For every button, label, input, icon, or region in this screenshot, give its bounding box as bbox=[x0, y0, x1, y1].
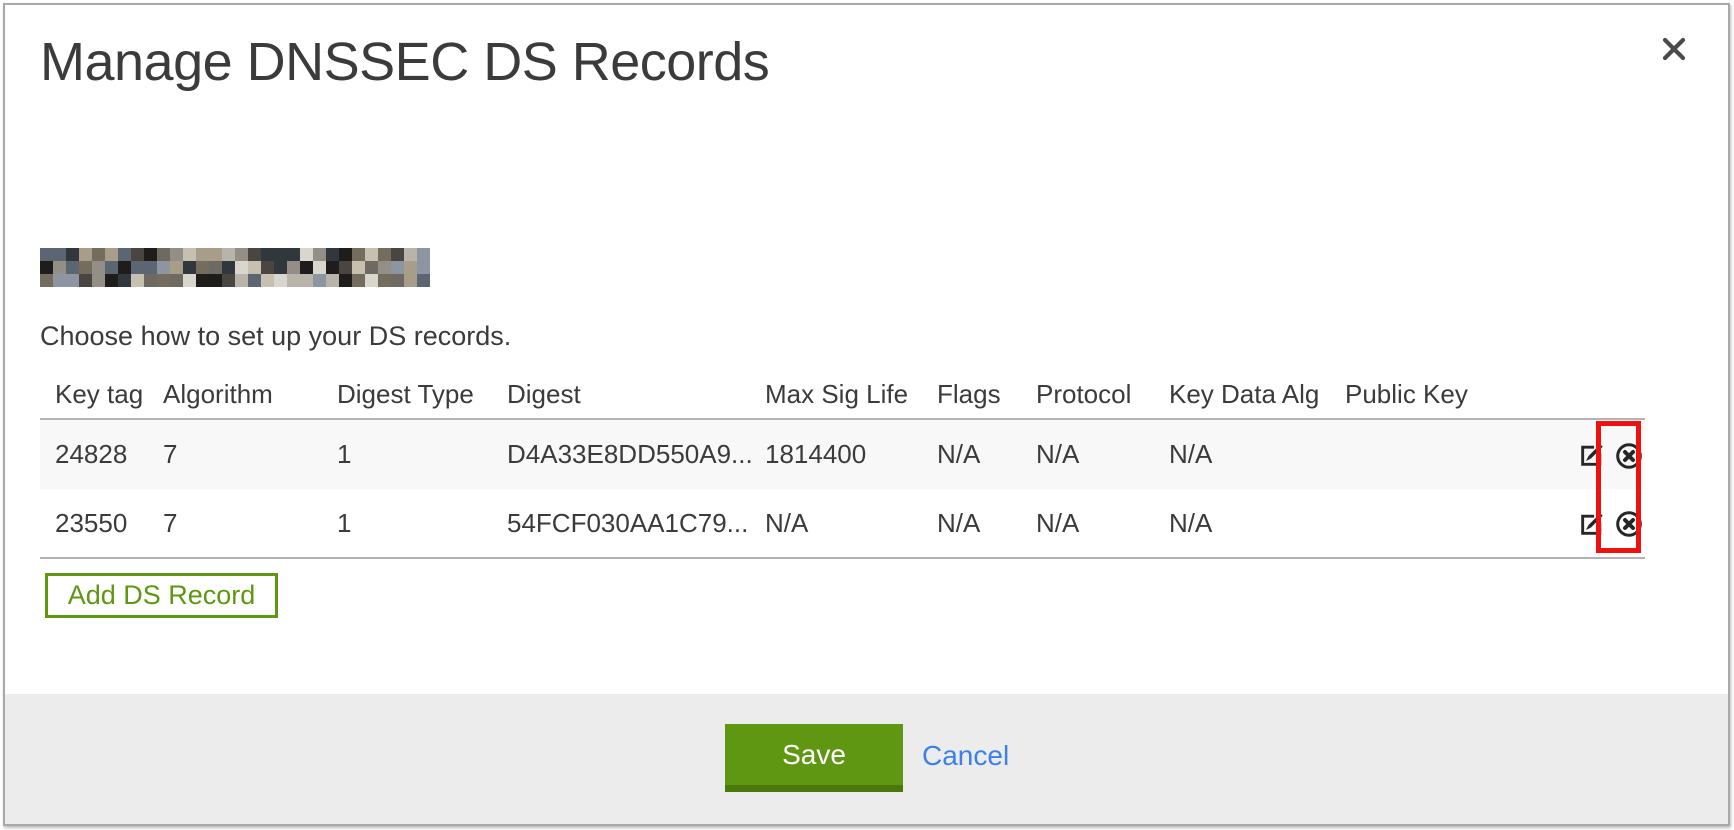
save-button[interactable]: Save bbox=[725, 724, 903, 792]
edit-record-button[interactable] bbox=[1578, 511, 1605, 538]
edit-pencil-icon bbox=[1578, 457, 1605, 472]
col-header-digest-type: Digest Type bbox=[337, 370, 507, 419]
cell-key-tag: 23550 bbox=[40, 489, 163, 558]
table-row: 23550 7 1 54FCF030AA1C79... N/A N/A N/A … bbox=[40, 489, 1645, 558]
edit-record-button[interactable] bbox=[1578, 442, 1605, 469]
cell-flags: N/A bbox=[937, 419, 1036, 489]
manage-dnssec-modal: Manage DNSSEC DS Records Choose how to s… bbox=[3, 3, 1730, 826]
close-button[interactable] bbox=[1656, 31, 1692, 67]
cell-flags: N/A bbox=[937, 489, 1036, 558]
col-header-protocol: Protocol bbox=[1036, 370, 1169, 419]
delete-record-button[interactable] bbox=[1614, 441, 1644, 471]
cell-key-data-alg: N/A bbox=[1169, 489, 1345, 558]
cell-actions bbox=[1560, 489, 1645, 558]
cell-public-key bbox=[1345, 419, 1560, 489]
col-header-actions bbox=[1560, 370, 1645, 419]
cell-digest-type: 1 bbox=[337, 489, 507, 558]
ds-records-table: Key tag Algorithm Digest Type Digest Max… bbox=[40, 370, 1645, 559]
table-header-row: Key tag Algorithm Digest Type Digest Max… bbox=[40, 370, 1645, 419]
ds-records-table-wrap: Key tag Algorithm Digest Type Digest Max… bbox=[40, 370, 1645, 559]
col-header-max-sig-life: Max Sig Life bbox=[765, 370, 937, 419]
cell-algorithm: 7 bbox=[163, 489, 337, 558]
cell-key-tag: 24828 bbox=[40, 419, 163, 489]
col-header-digest: Digest bbox=[507, 370, 765, 419]
close-icon bbox=[1660, 35, 1688, 63]
delete-record-button[interactable] bbox=[1614, 509, 1644, 539]
cell-protocol: N/A bbox=[1036, 419, 1169, 489]
add-ds-record-button[interactable]: Add DS Record bbox=[45, 573, 278, 618]
table-row: 24828 7 1 D4A33E8DD550A9... 1814400 N/A … bbox=[40, 419, 1645, 489]
cell-algorithm: 7 bbox=[163, 419, 337, 489]
screenshot-stage: Manage DNSSEC DS Records Choose how to s… bbox=[0, 0, 1734, 830]
x-circle-icon bbox=[1614, 459, 1644, 474]
col-header-key-data-alg: Key Data Alg bbox=[1169, 370, 1345, 419]
cell-key-data-alg: N/A bbox=[1169, 419, 1345, 489]
redacted-domain-name bbox=[40, 248, 430, 287]
cancel-link[interactable]: Cancel bbox=[922, 724, 1009, 788]
page-title: Manage DNSSEC DS Records bbox=[40, 31, 769, 93]
cell-digest: D4A33E8DD550A9... bbox=[507, 419, 765, 489]
cell-protocol: N/A bbox=[1036, 489, 1169, 558]
cell-max-sig-life: 1814400 bbox=[765, 419, 937, 489]
col-header-flags: Flags bbox=[937, 370, 1036, 419]
cell-public-key bbox=[1345, 489, 1560, 558]
col-header-algorithm: Algorithm bbox=[163, 370, 337, 419]
cell-max-sig-life: N/A bbox=[765, 489, 937, 558]
intro-text: Choose how to set up your DS records. bbox=[40, 321, 511, 352]
cell-digest: 54FCF030AA1C79... bbox=[507, 489, 765, 558]
col-header-key-tag: Key tag bbox=[40, 370, 163, 419]
x-circle-icon bbox=[1614, 527, 1644, 542]
cell-digest-type: 1 bbox=[337, 419, 507, 489]
edit-pencil-icon bbox=[1578, 526, 1605, 541]
modal-footer: Save Cancel bbox=[5, 694, 1728, 824]
cell-actions bbox=[1560, 419, 1645, 489]
col-header-public-key: Public Key bbox=[1345, 370, 1560, 419]
